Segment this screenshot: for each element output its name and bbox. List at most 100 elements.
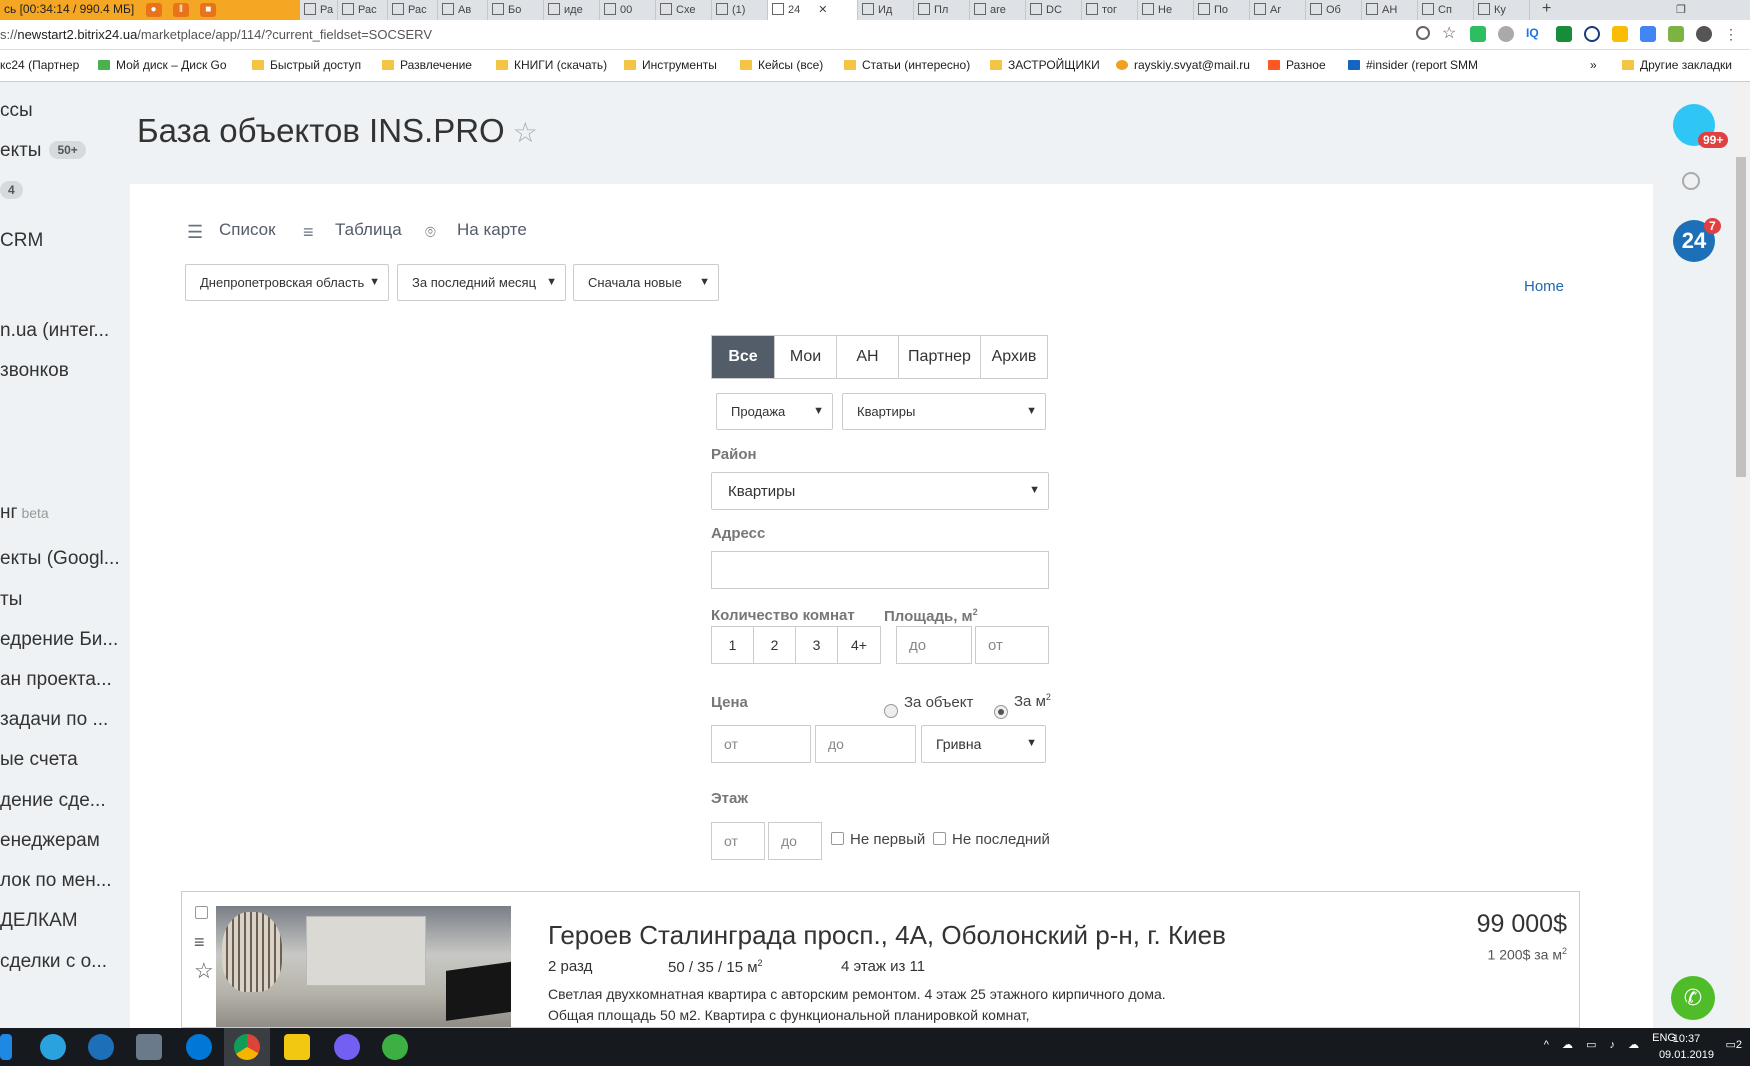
browser-tab[interactable]: Ку — [1474, 0, 1530, 20]
bookmark-item[interactable]: Разное — [1268, 58, 1326, 72]
iq-icon[interactable]: IQ — [1526, 26, 1544, 42]
browser-tab[interactable]: Ра — [300, 0, 338, 20]
power-bi-icon[interactable] — [284, 1034, 310, 1060]
bookmark-item[interactable]: Быстрый доступ — [252, 58, 361, 72]
bookmark-item[interactable]: rayskiy.svyat@mail.ru — [1116, 58, 1250, 72]
segment-agency[interactable]: АН — [837, 336, 899, 378]
browser-tab[interactable]: Ид — [858, 0, 914, 20]
property-listing-card[interactable]: ≡ ☆ Героев Сталинграда просп., 4А, Оболо… — [181, 891, 1580, 1028]
area-to-input[interactable]: до — [896, 626, 972, 664]
browser-tab-active[interactable]: 24 ✕ — [768, 0, 858, 20]
sidebar-item[interactable]: екты (Googl... — [0, 548, 120, 570]
browser-tab[interactable]: Ar — [1250, 0, 1306, 20]
rooms-1-button[interactable]: 1 — [712, 627, 754, 663]
utorrent-icon[interactable] — [382, 1034, 408, 1060]
browser-tab[interactable]: are — [970, 0, 1026, 20]
bookmark-item[interactable]: Другие закладки — [1622, 58, 1732, 72]
sidebar-item[interactable]: звонков — [0, 360, 69, 382]
volume-icon[interactable]: ♪ — [1610, 1039, 1616, 1051]
bookmark-item[interactable]: ЗАСТРОЙЩИКИ — [990, 58, 1100, 72]
extension-puzzle-icon[interactable] — [1668, 26, 1684, 42]
not-last-floor-checkbox[interactable]: Не последний — [933, 831, 1050, 848]
telegram-icon[interactable] — [40, 1034, 66, 1060]
rooms-2-button[interactable]: 2 — [754, 627, 796, 663]
sidebar-item[interactable]: ты — [0, 589, 22, 611]
property-type-select[interactable]: Квартиры ▼ — [842, 393, 1046, 430]
period-select[interactable]: За последний месяц ▼ — [397, 264, 566, 301]
menu-icon[interactable]: ≡ — [194, 932, 205, 953]
price-per-m2-radio[interactable]: За м2 — [994, 692, 1051, 719]
browser-tab[interactable]: DC — [1026, 0, 1082, 20]
sidebar-item[interactable]: ссы — [0, 100, 33, 122]
favorite-star-icon[interactable]: ☆ — [513, 117, 538, 148]
browser-tab[interactable]: Ав — [438, 0, 488, 20]
favorite-star-icon[interactable]: ☆ — [194, 958, 214, 984]
profile-avatar[interactable] — [1696, 26, 1712, 42]
bookmark-item[interactable]: кс24 (Партнер — [0, 58, 79, 72]
browser-tab[interactable]: По — [1194, 0, 1250, 20]
record-icon[interactable]: ● — [145, 2, 162, 17]
bookmark-item[interactable]: Развлечение — [382, 58, 472, 72]
bookmark-item[interactable]: КНИГИ (скачать) — [496, 58, 607, 72]
bookmark-item[interactable]: #insider (report SMM — [1348, 58, 1478, 72]
sidebar-item[interactable]: едрение Би... — [0, 629, 118, 651]
bookmarks-overflow-icon[interactable]: » — [1590, 58, 1597, 72]
clock[interactable]: 10:37 09.01.2019 — [1659, 1031, 1714, 1063]
property-photo[interactable] — [216, 906, 511, 1027]
bookmark-item[interactable]: Инструменты — [624, 58, 717, 72]
bookmark-item[interactable]: Статьи (интересно) — [844, 58, 970, 72]
browser-menu-icon[interactable]: ⋮ — [1724, 26, 1738, 42]
browser-tab[interactable]: Рас — [388, 0, 438, 20]
currency-select[interactable]: Гривна ▼ — [921, 725, 1046, 763]
view-list-button[interactable]: ☰ Список — [187, 220, 276, 241]
translate-icon[interactable] — [1640, 26, 1656, 42]
stop-icon[interactable]: ■ — [200, 2, 217, 17]
sidebar-item[interactable]: ые счета — [0, 749, 78, 771]
pause-icon[interactable]: ‖ — [172, 2, 189, 17]
price-per-object-radio[interactable]: За объект — [884, 694, 973, 718]
file-explorer-icon[interactable] — [0, 1034, 12, 1060]
view-map-button[interactable]: ⌾ На карте — [425, 220, 527, 241]
region-select[interactable]: Днепропетровская область ▼ — [185, 264, 389, 301]
evernote-icon[interactable] — [1470, 26, 1486, 42]
search-icon[interactable] — [1682, 172, 1700, 190]
listing-title[interactable]: Героев Сталинграда просп., 4А, Оболонски… — [548, 920, 1226, 951]
sidebar-item[interactable]: енеджерам — [0, 830, 100, 852]
bookmark-item[interactable]: Мой диск – Диск Go — [98, 58, 227, 72]
action-center-icon[interactable]: ▭2 — [1725, 1038, 1742, 1051]
url-field[interactable]: s://newstart2.bitrix24.ua/marketplace/ap… — [0, 27, 432, 42]
rooms-3-button[interactable]: 3 — [796, 627, 838, 663]
sort-select[interactable]: Сначала новые ▼ — [573, 264, 719, 301]
sidebar-item[interactable]: 4 — [0, 180, 23, 202]
bitrix24-app-icon[interactable] — [88, 1034, 114, 1060]
sidebar-item[interactable]: CRM — [0, 230, 43, 252]
sidebar-item[interactable]: задачи по ... — [0, 709, 108, 731]
segment-mine[interactable]: Мои — [775, 336, 837, 378]
new-tab-icon[interactable]: + — [1536, 0, 1564, 20]
sidebar-item[interactable]: екты 50+ — [0, 140, 86, 162]
price-from-input[interactable]: от — [711, 725, 811, 763]
district-select[interactable]: Квартиры ▼ — [711, 472, 1049, 510]
browser-tab[interactable]: Сп — [1418, 0, 1474, 20]
extension-paw-icon[interactable] — [1498, 26, 1514, 42]
browser-tab[interactable]: (1) — [712, 0, 768, 20]
browser-tab[interactable]: Схе — [656, 0, 712, 20]
segment-partner[interactable]: Партнер — [899, 336, 981, 378]
sidebar-item[interactable]: нг beta — [0, 502, 49, 524]
sidebar-item[interactable]: лок по мен... — [0, 870, 112, 892]
network-icon[interactable]: ▭ — [1586, 1039, 1596, 1051]
view-table-button[interactable]: ≡ Таблица — [303, 220, 402, 241]
scrollbar-thumb[interactable] — [1736, 157, 1746, 477]
tab-close-icon[interactable]: ✕ — [818, 4, 827, 16]
browser-tab[interactable]: Об — [1306, 0, 1362, 20]
browser-tab[interactable]: Не — [1138, 0, 1194, 20]
phone-icon[interactable]: ✆ — [1671, 976, 1715, 1020]
price-to-input[interactable]: до — [815, 725, 916, 763]
onedrive-icon[interactable]: ☁ — [1562, 1039, 1573, 1051]
skype-icon[interactable] — [186, 1034, 212, 1060]
browser-tab[interactable]: тог — [1082, 0, 1138, 20]
sidebar-item[interactable]: ан проекта... — [0, 669, 112, 691]
bookmark-star-icon[interactable]: ☆ — [1442, 26, 1458, 42]
deal-type-select[interactable]: Продажа ▼ — [716, 393, 833, 430]
home-link[interactable]: Home — [1524, 278, 1564, 295]
